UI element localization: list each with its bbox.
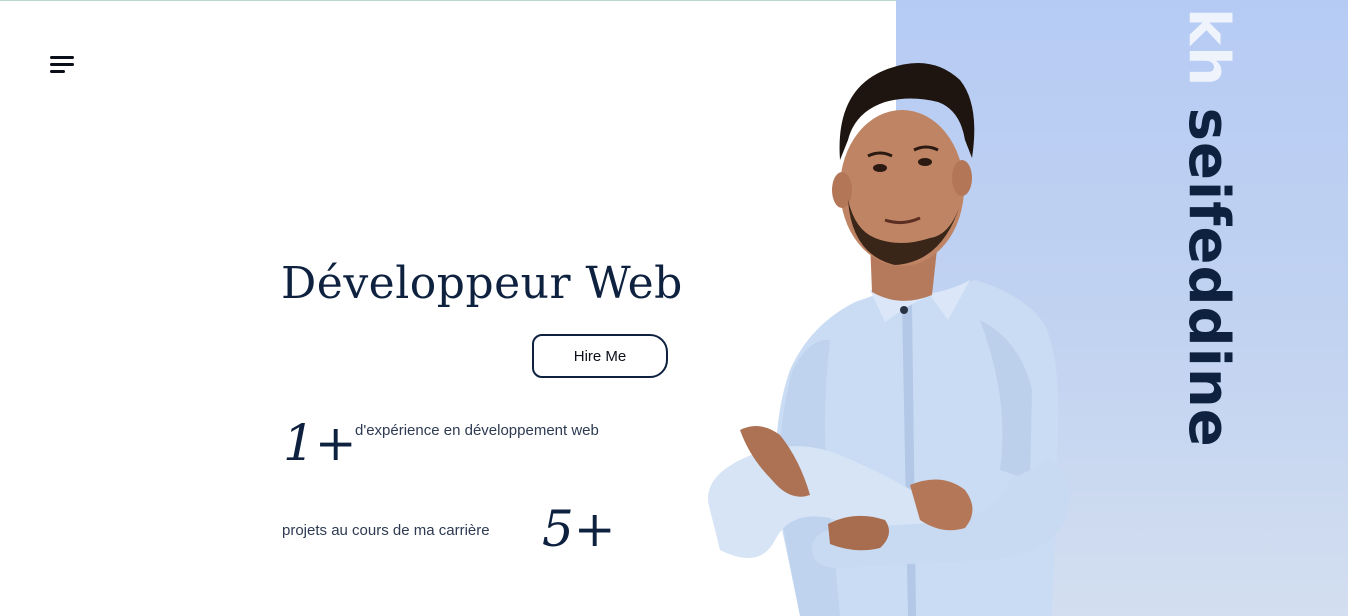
projects-count-label: projets au cours de ma carrière bbox=[282, 522, 490, 539]
projects-count-number: 5+ bbox=[542, 500, 616, 558]
hamburger-menu-icon[interactable] bbox=[48, 52, 78, 78]
menu-bar bbox=[50, 56, 74, 59]
experience-years-label: d'expérience en développement web bbox=[355, 422, 599, 439]
hero-title: Développeur Web bbox=[281, 258, 683, 309]
profile-name-first: kh bbox=[1176, 8, 1241, 88]
experience-years-number: 1+ bbox=[283, 414, 357, 472]
profile-name-vertical: kh seifeddine bbox=[1176, 8, 1241, 448]
profile-photo bbox=[708, 62, 1070, 616]
menu-bar bbox=[50, 63, 74, 66]
hire-me-button[interactable]: Hire Me bbox=[532, 334, 668, 378]
profile-name-last: seifeddine bbox=[1176, 107, 1241, 448]
menu-bar bbox=[50, 70, 65, 73]
